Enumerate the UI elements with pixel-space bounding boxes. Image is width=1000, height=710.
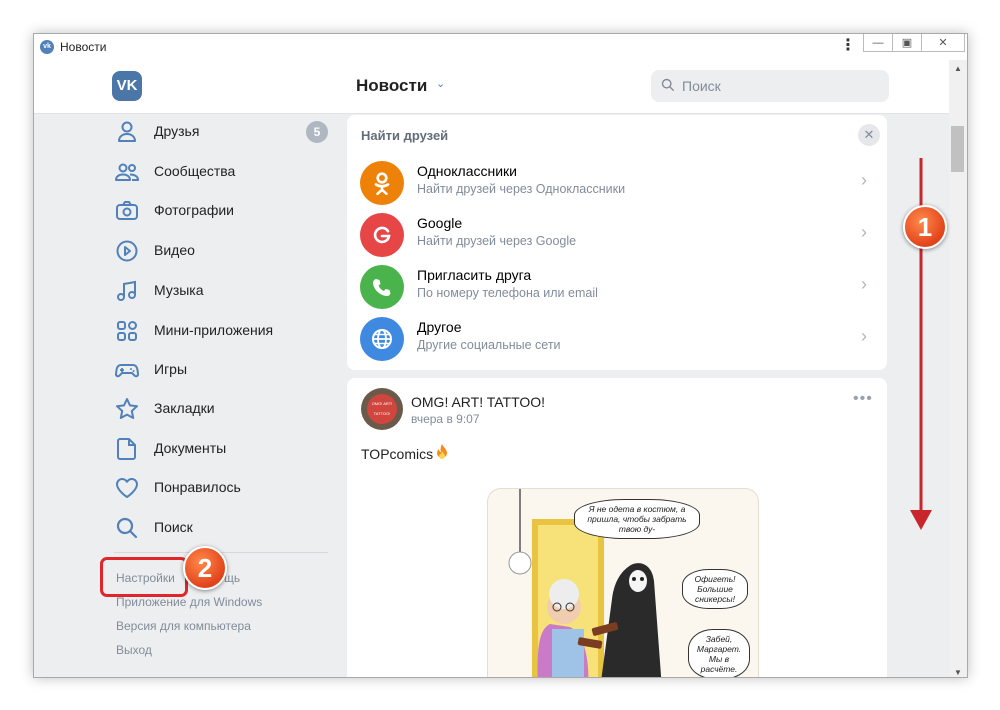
document-icon <box>117 438 136 460</box>
news-post: OMG! ART! TATTOO! OMG! ART! TATTOO! вчер… <box>347 378 887 677</box>
friend-source-name: Google <box>417 215 463 231</box>
music-note-icon <box>117 280 136 301</box>
more-options-icon[interactable]: ••• <box>853 390 873 408</box>
sidebar-item-mini-apps[interactable]: Мини-приложения <box>114 316 273 346</box>
scroll-down-arrow-icon[interactable]: ▼ <box>954 668 962 677</box>
google-icon <box>360 213 404 257</box>
friend-source-google[interactable]: Google Найти друзей через Google › <box>347 210 887 262</box>
sidebar-item-label: Музыка <box>154 282 204 298</box>
page-title[interactable]: Новости <box>356 76 427 96</box>
sidebar-item-label: Фотографии <box>154 202 235 218</box>
chevron-down-icon[interactable]: ⌄ <box>436 77 445 90</box>
post-timestamp[interactable]: вчера в 9:07 <box>411 412 480 426</box>
sidebar-item-label: Поиск <box>154 519 193 535</box>
post-author-name[interactable]: OMG! ART! TATTOO! <box>411 394 545 410</box>
friend-source-name: Другое <box>417 319 462 335</box>
communities-icon <box>115 163 139 181</box>
desktop-version-link[interactable]: Версия для компьютера <box>116 619 251 633</box>
video-play-icon <box>116 240 138 262</box>
globe-icon <box>360 317 404 361</box>
scrollbar-thumb[interactable] <box>951 126 964 172</box>
kebab-menu-icon[interactable]: ⋮ <box>840 38 856 55</box>
friend-source-invite[interactable]: Пригласить друга По номеру телефона или … <box>347 262 887 314</box>
speech-bubble: Я не одета в костюм, а пришла, чтобы заб… <box>574 499 700 539</box>
search-placeholder: Поиск <box>682 78 721 94</box>
fire-emoji-icon <box>435 443 449 462</box>
post-text: TOPcomics <box>361 443 449 462</box>
help-link[interactable]: щь <box>224 571 240 585</box>
chevron-right-icon: › <box>861 274 867 294</box>
sidebar-item-label: Видео <box>154 242 195 258</box>
minimize-icon[interactable]: — <box>863 34 893 52</box>
sidebar-item-label: Сообщества <box>154 163 236 179</box>
gamepad-icon <box>115 364 139 378</box>
post-author-avatar[interactable]: OMG! ART! TATTOO! <box>361 388 403 430</box>
close-icon[interactable]: ✕ <box>858 124 880 146</box>
sidebar-item-label: Закладки <box>154 400 215 416</box>
friend-source-subtitle: Найти друзей через Одноклассники <box>417 182 626 196</box>
restore-icon[interactable]: ▣ <box>892 34 922 52</box>
sidebar-item-photos[interactable]: Фотографии <box>114 196 234 226</box>
sidebar-item-video[interactable]: Видео <box>114 236 195 266</box>
sidebar-item-friends[interactable]: Друзья <box>114 117 199 147</box>
user-icon <box>118 121 136 142</box>
search-icon <box>116 517 138 539</box>
vertical-scrollbar[interactable]: ▲ ▼ <box>949 60 967 677</box>
scroll-up-arrow-icon[interactable]: ▲ <box>954 64 962 73</box>
sidebar-item-search[interactable]: Поиск <box>114 513 193 543</box>
chevron-right-icon: › <box>861 170 867 190</box>
sidebar-item-games[interactable]: Игры <box>114 355 187 385</box>
vk-logo[interactable]: VK <box>112 71 142 101</box>
windows-app-link[interactable]: Приложение для Windows <box>116 595 262 609</box>
sidebar-item-label: Документы <box>154 440 227 456</box>
find-friends-card: Найти друзей ✕ Одноклассники Найти друзе… <box>347 115 887 370</box>
close-icon[interactable]: ✕ <box>921 34 965 52</box>
title-bar: vk Новости ⋮ — ▣ ✕ <box>34 34 967 60</box>
sidebar-item-bookmarks[interactable]: Закладки <box>114 394 215 424</box>
star-icon <box>116 398 138 419</box>
sidebar-item-music[interactable]: Музыка <box>114 276 204 306</box>
step-badge-2: 2 <box>183 546 227 590</box>
friend-source-name: Одноклассники <box>417 163 518 179</box>
avatar-lettering: OMG! ART! TATTOO! <box>367 394 397 424</box>
window-title: Новости <box>60 40 107 54</box>
sidebar-item-communities[interactable]: Сообщества <box>114 157 235 187</box>
friend-source-subtitle: Найти друзей через Google <box>417 234 577 248</box>
friend-source-other[interactable]: Другое Другие социальные сети › <box>347 314 887 366</box>
speech-bubble: Забей, Маргарет. Мы в расчёте. <box>688 629 750 677</box>
sidebar-item-liked[interactable]: Понравилось <box>114 473 241 503</box>
sidebar-item-label: Понравилось <box>154 479 241 495</box>
heart-icon <box>116 478 138 498</box>
apps-grid-icon <box>117 321 137 341</box>
card-title: Найти друзей <box>361 128 449 143</box>
friend-source-subtitle: По номеру телефона или email <box>417 286 598 300</box>
friends-count-badge: 5 <box>306 121 328 143</box>
vk-app-icon: vk <box>40 40 54 54</box>
chevron-right-icon: › <box>861 222 867 242</box>
top-header: VK Новости ⌄ Поиск <box>34 60 949 114</box>
friend-source-subtitle: Другие социальные сети <box>417 338 561 352</box>
speech-bubble: Офигеть! Большие сникерсы! <box>682 569 748 609</box>
post-text-content: TOPcomics <box>361 446 434 462</box>
search-icon <box>661 78 674 91</box>
sidebar-item-documents[interactable]: Документы <box>114 434 226 464</box>
logout-link[interactable]: Выход <box>116 643 152 657</box>
friend-source-odnoklassniki[interactable]: Одноклассники Найти друзей через Однокла… <box>347 158 887 210</box>
sidebar-item-label: Игры <box>154 361 188 377</box>
sidebar-item-label: Друзья <box>154 123 200 139</box>
sidebar-item-label: Мини-приложения <box>154 322 274 338</box>
phone-icon <box>360 265 404 309</box>
comic-image[interactable]: Я не одета в костюм, а пришла, чтобы заб… <box>487 488 759 677</box>
odnoklassniki-icon <box>360 161 404 205</box>
friend-source-name: Пригласить друга <box>417 267 532 283</box>
window-controls: — ▣ ✕ <box>863 34 965 52</box>
camera-icon <box>116 201 138 220</box>
step-badge-1: 1 <box>903 205 947 249</box>
settings-highlight-frame <box>100 557 188 597</box>
chevron-right-icon: › <box>861 326 867 346</box>
search-input[interactable]: Поиск <box>651 70 889 102</box>
